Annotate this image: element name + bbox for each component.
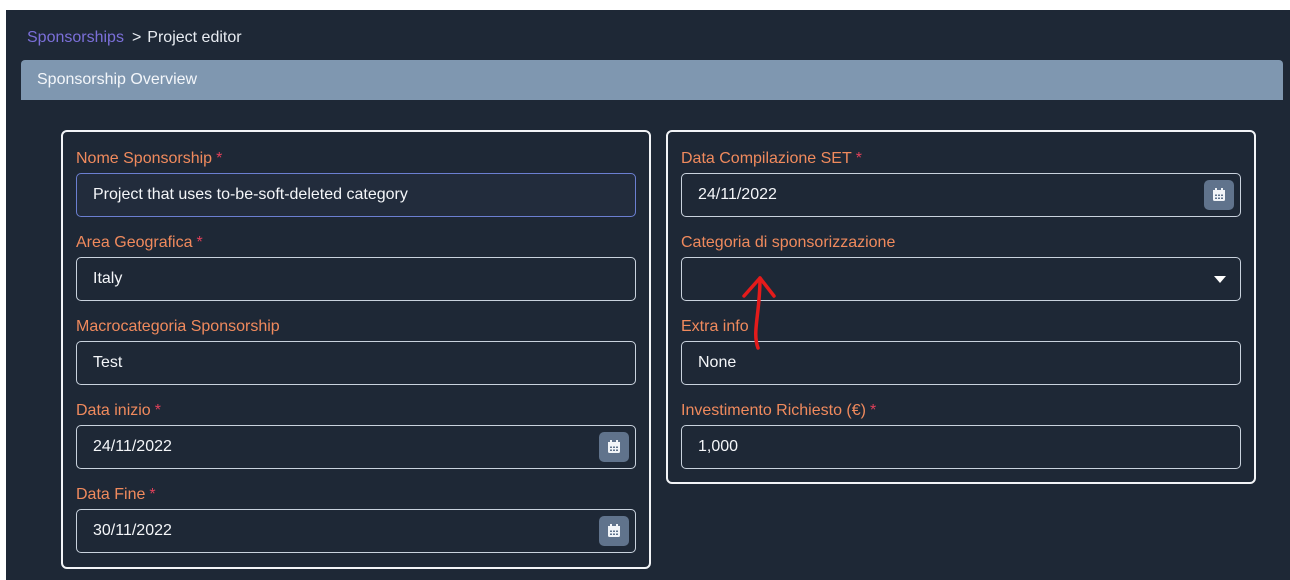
calendar-icon: [608, 524, 620, 537]
data-inizio-input[interactable]: 24/11/2022: [76, 425, 636, 469]
investimento-value: 1,000: [698, 438, 739, 455]
data-compilazione-input[interactable]: 24/11/2022: [681, 173, 1241, 217]
data-fine-input[interactable]: 30/11/2022: [76, 509, 636, 553]
macrocategoria-field: Macrocategoria Sponsorship Test: [76, 316, 636, 385]
required-marker: *: [869, 402, 877, 419]
required-marker: *: [855, 150, 862, 167]
calendar-icon: [1213, 188, 1225, 201]
breadcrumb-current: Project editor: [147, 29, 242, 46]
data-inizio-field: Data inizio * 24/11/2022: [76, 400, 636, 469]
breadcrumb: Sponsorships > Project editor: [27, 29, 242, 47]
area-geografica-field: Area Geografica * Italy: [76, 232, 636, 301]
breadcrumb-separator: >: [131, 29, 142, 46]
nome-sponsorship-input[interactable]: Project that uses to-be-soft-deleted cat…: [76, 173, 636, 217]
data-compilazione-calendar-button[interactable]: [1204, 180, 1234, 210]
categoria-label: Categoria di sponsorizzazione: [681, 234, 896, 251]
caret-down-icon: [1214, 276, 1226, 283]
investimento-label: Investimento Richiesto (€): [681, 402, 866, 419]
data-fine-label: Data Fine: [76, 486, 146, 503]
macrocategoria-label: Macrocategoria Sponsorship: [76, 318, 280, 335]
required-marker: *: [216, 150, 223, 167]
nome-sponsorship-field: Nome Sponsorship * Project that uses to-b…: [76, 148, 636, 217]
investimento-field: Investimento Richiesto (€) * 1,000: [681, 400, 1241, 469]
data-fine-field: Data Fine * 30/11/2022: [76, 484, 636, 553]
red-arrow-annotation: [742, 276, 776, 350]
required-marker: *: [149, 486, 156, 503]
data-inizio-calendar-button[interactable]: [599, 432, 629, 462]
calendar-icon: [608, 440, 620, 453]
required-marker: *: [154, 402, 161, 419]
data-fine-value: 30/11/2022: [93, 522, 172, 539]
area-geografica-value: Italy: [93, 270, 123, 287]
data-compilazione-label: Data Compilazione SET: [681, 150, 852, 167]
panel-title: Sponsorship Overview: [21, 60, 1283, 100]
breadcrumb-link-sponsorships[interactable]: Sponsorships: [27, 29, 124, 47]
data-compilazione-value: 24/11/2022: [698, 186, 777, 203]
nome-sponsorship-value: Project that uses to-be-soft-deleted cat…: [93, 186, 408, 203]
area-geografica-input[interactable]: Italy: [76, 257, 636, 301]
nome-sponsorship-label: Nome Sponsorship: [76, 150, 213, 167]
app-window: Sponsorships > Project editor Sponsorshi…: [6, 10, 1290, 580]
macrocategoria-input[interactable]: Test: [76, 341, 636, 385]
area-geografica-label: Area Geografica: [76, 234, 193, 251]
sponsorship-overview-panel: Sponsorship Overview Nome Sponsorship * P…: [21, 60, 1283, 580]
investimento-input[interactable]: 1,000: [681, 425, 1241, 469]
data-inizio-label: Data inizio: [76, 402, 151, 419]
extra-info-value: None: [698, 354, 737, 371]
data-inizio-value: 24/11/2022: [93, 438, 172, 455]
data-compilazione-field: Data Compilazione SET * 24/11/2022: [681, 148, 1241, 217]
left-form-card: Nome Sponsorship * Project that uses to-b…: [61, 130, 651, 569]
macrocategoria-value: Test: [93, 354, 123, 371]
data-fine-calendar-button[interactable]: [599, 516, 629, 546]
required-marker: *: [196, 234, 203, 251]
